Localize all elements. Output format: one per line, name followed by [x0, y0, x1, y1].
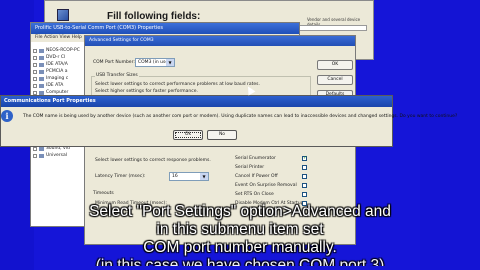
- tutorial-caption: Select "Port Settings" option>Advanced a…: [0, 203, 480, 266]
- option-label: Set RTS On Close: [235, 192, 274, 197]
- option-checkbox[interactable]: [302, 165, 307, 170]
- expand-icon[interactable]: [33, 146, 37, 151]
- device-icon: [39, 62, 44, 67]
- caption-line-4: (in this case we have chosen COM port 3): [95, 257, 385, 266]
- option-checkbox[interactable]: [302, 174, 307, 179]
- yes-button[interactable]: Ok: [173, 130, 203, 140]
- device-icon: [39, 146, 44, 151]
- expand-icon[interactable]: [33, 83, 37, 88]
- tree-item[interactable]: PCMCIA a: [33, 68, 83, 75]
- comm-port-properties-title: Communications Port Properties: [1, 96, 392, 107]
- tree-item[interactable]: NEOS-RCOP-PC: [33, 47, 83, 54]
- device-icon: [39, 153, 44, 158]
- device-icon: [39, 83, 44, 88]
- ok-button[interactable]: OK: [317, 60, 353, 70]
- tree-item[interactable]: DVD-r Cl: [33, 54, 83, 61]
- usb-transfer-label: USB Transfer Sizes: [95, 73, 139, 78]
- expand-icon[interactable]: [33, 90, 37, 95]
- latency-label: Latency Timer (msec):: [95, 174, 146, 179]
- option-row: Set RTS On Close: [235, 192, 307, 197]
- com-port-label: COM Port Number:: [93, 60, 135, 65]
- option-checkbox[interactable]: [302, 192, 307, 197]
- expand-icon[interactable]: [33, 76, 37, 81]
- fill-fields-input[interactable]: [295, 25, 367, 31]
- device-icon: [39, 76, 44, 81]
- latency-select[interactable]: 16 ▼: [169, 172, 209, 181]
- wizard-icon: [57, 9, 69, 21]
- option-row: Serial Enumerator: [235, 155, 307, 161]
- expand-icon[interactable]: [33, 153, 37, 158]
- tree-item-label: PCMCIA a: [46, 69, 68, 74]
- expand-icon[interactable]: [33, 55, 37, 60]
- tree-item-label: IDE ATA: [46, 83, 64, 88]
- tree-item-label: NEOS-RCOP-PC: [46, 48, 80, 53]
- chevron-down-icon: ▼: [200, 173, 208, 180]
- usb-transfer-text-1: Select lower settings to correct perform…: [95, 82, 260, 87]
- advanced-settings-title: Advanced Settings for COM3: [85, 36, 355, 46]
- expand-icon[interactable]: [33, 69, 37, 74]
- caption-line-2: in this submenu item set: [156, 221, 324, 238]
- device-manager-title: Prolific USB-to-Serial Comm Port (COM3) …: [31, 23, 299, 34]
- expand-icon[interactable]: [33, 62, 37, 67]
- comm-port-message: The COM name is being used by another de…: [23, 114, 458, 119]
- tree-item-label: Imaging c: [46, 76, 69, 81]
- option-label: Cancel If Power Off: [235, 174, 278, 179]
- latency-value: 16: [172, 174, 178, 179]
- timeouts-label: Timeouts: [93, 191, 114, 196]
- option-row: Event On Surprise Removal: [235, 183, 307, 188]
- tree-item[interactable]: IDE ATA: [33, 82, 83, 89]
- expand-icon[interactable]: [33, 48, 37, 53]
- tree-item[interactable]: Universal: [33, 152, 83, 159]
- device-icon: [39, 69, 44, 74]
- option-row: Serial Printer: [235, 165, 307, 170]
- bm-options-text: Select lower settings to correct respons…: [95, 158, 211, 163]
- option-row: Cancel If Power Off: [235, 174, 307, 179]
- usb-transfer-text-2: Select higher settings for faster perfor…: [95, 89, 198, 94]
- no-button[interactable]: No: [207, 130, 237, 140]
- option-label: Serial Printer: [235, 165, 265, 170]
- option-label: Event On Surprise Removal: [235, 183, 297, 188]
- device-icon: [39, 90, 44, 95]
- caption-line-3: COM port number manually.: [143, 239, 337, 256]
- option-label: Serial Enumerator: [235, 156, 276, 161]
- com-port-select[interactable]: COM3 (in use) ▼: [135, 58, 175, 67]
- info-icon: i: [1, 110, 13, 122]
- cancel-button[interactable]: Cancel: [317, 75, 353, 85]
- option-checkbox[interactable]: [302, 155, 307, 161]
- fill-fields-title: Fill following fields:: [107, 11, 201, 22]
- option-checkbox[interactable]: [302, 183, 307, 188]
- device-icon: [39, 55, 44, 60]
- tree-item[interactable]: IDE ATA/A: [33, 61, 83, 68]
- device-icon: [39, 48, 44, 53]
- chevron-down-icon: ▼: [166, 59, 174, 66]
- tree-item-label: DVD-r Cl: [46, 55, 66, 60]
- tree-item-label: Universal: [46, 153, 68, 158]
- comm-port-properties-dialog: Communications Port Properties i The COM…: [0, 95, 457, 147]
- tree-item-label: IDE ATA/A: [46, 62, 68, 67]
- caption-line-1: Select "Port Settings" option>Advanced a…: [89, 203, 391, 220]
- tree-item[interactable]: Imaging c: [33, 75, 83, 82]
